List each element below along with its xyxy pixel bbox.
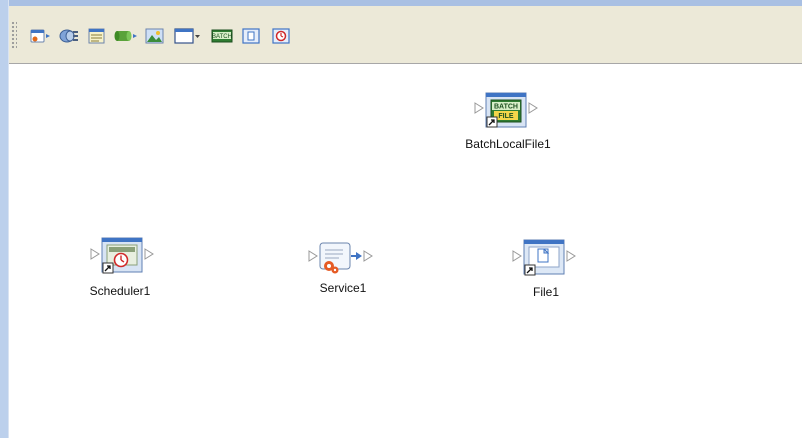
batch-file-icon: BATCH FILE — [474, 92, 538, 128]
file-connector-icon[interactable] — [29, 27, 51, 45]
file-component-icon — [512, 239, 576, 276]
batch-icon-label: BATCH — [212, 34, 232, 40]
batch-icon[interactable]: BATCH — [210, 27, 234, 45]
scheduler-component-icon — [90, 237, 154, 274]
node-label: Scheduler1 — [89, 284, 151, 298]
image-icon[interactable] — [144, 27, 166, 45]
service-icon — [308, 242, 373, 274]
window-dropdown-icon[interactable] — [173, 27, 201, 45]
node-label: Service1 — [319, 281, 367, 295]
toolbar-grip[interactable] — [11, 21, 17, 49]
file-icon[interactable] — [241, 27, 261, 45]
collaboration-icon[interactable] — [58, 27, 80, 45]
scheduler-icon[interactable] — [271, 27, 291, 45]
table-icon[interactable] — [87, 27, 107, 45]
diagram-canvas[interactable]: BATCH FILE BatchLocalFile1 Scheduler1 Se… — [9, 64, 802, 438]
batch-badge-top: BATCH — [494, 104, 518, 111]
window-frame-left — [0, 0, 9, 438]
batch-badge-bottom: FILE — [498, 113, 513, 120]
database-icon[interactable] — [114, 27, 138, 45]
palette-toolbar: BATCH — [9, 6, 802, 64]
node-label: File1 — [532, 285, 560, 299]
node-label: BatchLocalFile1 — [465, 137, 551, 151]
